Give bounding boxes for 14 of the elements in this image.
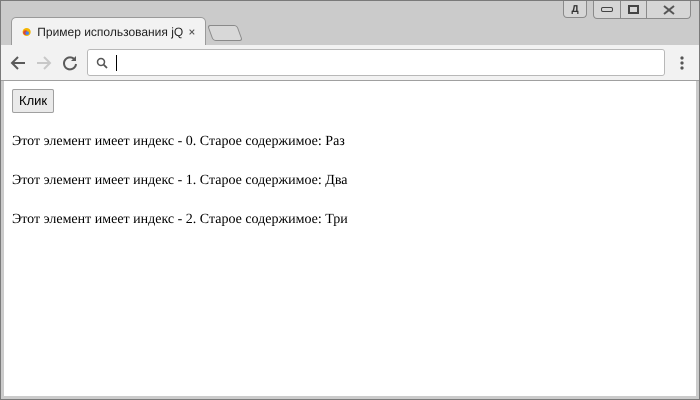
reload-icon[interactable] [61,54,79,72]
menu-icon[interactable] [679,54,685,70]
profile-button[interactable]: Д [563,1,587,18]
back-icon[interactable] [9,54,27,72]
paragraph: Этот элемент имеет индекс - 2. Старое содержимое: Три [12,210,349,228]
search-icon [96,56,108,68]
paragraph: Этот элемент имеет индекс - 0. Старое содержимое: Раз [12,132,346,150]
paragraph: Этот элемент имеет индекс - 1. Старое содержимое: Два [12,172,348,190]
browser-tab[interactable]: Пример использования jQ [11,17,206,45]
close-icon[interactable] [189,26,195,36]
address-field[interactable] [87,49,665,76]
click-button[interactable]: Клик [12,89,54,112]
tab-title: Пример использования jQ [37,24,184,40]
close-icon [662,4,674,14]
